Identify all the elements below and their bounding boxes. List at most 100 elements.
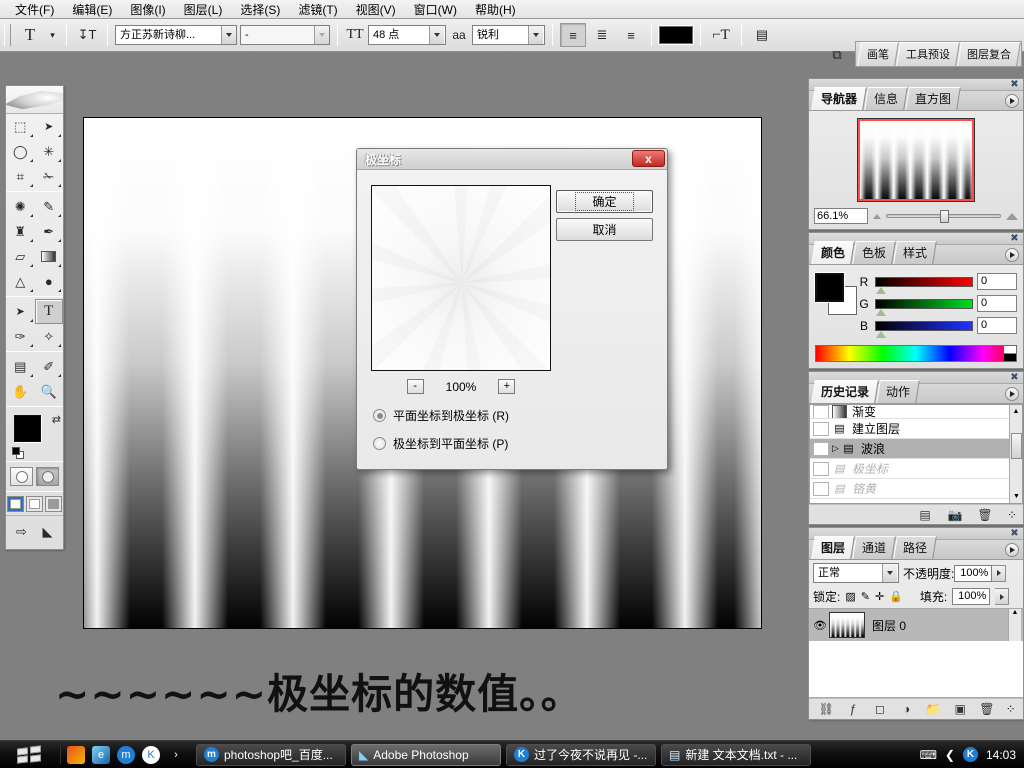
tool-lasso-icon[interactable]: ◯ bbox=[6, 139, 35, 164]
full-screen-menubar-icon[interactable] bbox=[26, 496, 43, 512]
taskbar-button-photoshop[interactable]: ◣ Adobe Photoshop bbox=[351, 744, 501, 766]
current-tool-icon[interactable]: T bbox=[17, 23, 43, 47]
new-group-icon[interactable]: 📁 bbox=[925, 702, 941, 716]
slider-thumb[interactable] bbox=[940, 210, 949, 223]
standard-screen-mode-icon[interactable] bbox=[7, 496, 24, 512]
kugou-tray-icon[interactable]: K bbox=[963, 747, 978, 762]
text-orientation-icon[interactable]: ↧T bbox=[74, 23, 100, 47]
opacity-slider-arrow-icon[interactable] bbox=[992, 565, 1006, 582]
list-item[interactable]: ▤ 极坐标 bbox=[810, 459, 1022, 479]
history-snapshot-checkbox[interactable] bbox=[813, 442, 829, 456]
palette-tab-tool-presets[interactable]: 工具预设 bbox=[896, 42, 960, 66]
b-value[interactable]: 0 bbox=[977, 317, 1017, 334]
new-layer-icon[interactable]: ▣ bbox=[952, 702, 968, 716]
panel-menu-icon[interactable] bbox=[1005, 543, 1019, 557]
lock-all-icon[interactable]: 🔒 bbox=[889, 590, 903, 603]
font-family-select[interactable]: 方正苏新诗柳... bbox=[115, 25, 237, 45]
kugou-icon[interactable]: K bbox=[142, 746, 160, 764]
tool-history-brush-icon[interactable]: ✒ bbox=[35, 219, 64, 244]
anti-alias-select[interactable]: 锐利 bbox=[472, 25, 545, 45]
history-scrollbar[interactable]: ▲ ▼ bbox=[1009, 405, 1022, 503]
tool-blur-icon[interactable]: △ bbox=[6, 269, 35, 294]
radio-polar-to-rect[interactable]: 极坐标到平面坐标 (P) bbox=[373, 435, 508, 452]
tab-styles[interactable]: 样式 bbox=[893, 241, 937, 264]
tab-navigator[interactable]: 导航器 bbox=[811, 87, 867, 110]
tool-brush-icon[interactable]: ✎ bbox=[35, 194, 64, 219]
fill-slider-arrow-icon[interactable] bbox=[995, 588, 1009, 605]
tab-swatches[interactable]: 色板 bbox=[852, 241, 896, 264]
link-icon[interactable]: ⛓ bbox=[818, 702, 834, 716]
tool-rectangular-marquee-icon[interactable]: ⬚ bbox=[6, 114, 35, 139]
history-snapshot-checkbox[interactable] bbox=[813, 462, 829, 476]
start-button[interactable] bbox=[0, 742, 60, 768]
tool-move-icon[interactable]: ➤ bbox=[35, 114, 64, 139]
history-list[interactable]: 渐变 ▤ 建立图层 ▷ ▤ 波浪 ▤ 极坐标 bbox=[809, 404, 1023, 504]
resize-grip[interactable]: ⁘ bbox=[1006, 702, 1014, 716]
zoom-in-button[interactable]: + bbox=[498, 379, 515, 394]
taskbar-button-notepad[interactable]: ▤ 新建 文本文档.txt - ... bbox=[661, 744, 811, 766]
tool-type-icon[interactable]: T bbox=[35, 299, 64, 324]
layer-style-icon[interactable]: ƒ bbox=[845, 702, 861, 716]
zoom-out-mountain-icon[interactable] bbox=[873, 214, 881, 219]
menu-item-window[interactable]: 窗口(W) bbox=[405, 0, 466, 20]
palette-tab-brushes[interactable]: 画笔 bbox=[857, 42, 899, 66]
b-slider[interactable] bbox=[875, 321, 973, 331]
ok-button[interactable]: 确定 bbox=[556, 190, 653, 213]
history-snapshot-checkbox[interactable] bbox=[813, 482, 829, 496]
character-palette-icon[interactable]: ▤ bbox=[749, 23, 775, 47]
tool-pen-icon[interactable]: ✑ bbox=[6, 324, 35, 349]
tab-layers[interactable]: 图层 bbox=[811, 536, 855, 559]
foreground-color-swatch[interactable] bbox=[815, 273, 844, 302]
list-item[interactable]: ▤ 铬黄 bbox=[810, 479, 1022, 499]
swap-colors-icon[interactable]: ⇄ bbox=[52, 413, 61, 426]
close-icon[interactable]: ✖ bbox=[1009, 234, 1020, 244]
fill-input[interactable]: 100% bbox=[952, 588, 990, 605]
default-colors-icon[interactable] bbox=[12, 447, 24, 459]
tool-custom-shape-icon[interactable]: ✧ bbox=[35, 324, 64, 349]
layer-mask-icon[interactable]: ◻ bbox=[872, 702, 888, 716]
navigator-view-box[interactable] bbox=[858, 119, 974, 201]
r-slider[interactable] bbox=[875, 277, 973, 287]
tab-color[interactable]: 颜色 bbox=[811, 241, 855, 264]
tool-notes-icon[interactable]: ▤ bbox=[6, 354, 35, 379]
panel-menu-icon[interactable] bbox=[1005, 248, 1019, 262]
tool-zoom-icon[interactable]: 🔍 bbox=[35, 379, 64, 404]
close-icon[interactable]: ✖ bbox=[1009, 373, 1020, 383]
tool-eyedropper-icon[interactable]: ✐ bbox=[35, 354, 64, 379]
layer-visibility-eye-icon[interactable]: 👁 bbox=[811, 619, 829, 632]
more-icon[interactable]: › bbox=[167, 746, 185, 764]
close-icon[interactable]: x bbox=[632, 150, 665, 167]
table-row[interactable]: 👁 图层 0 ▲ bbox=[809, 609, 1023, 641]
jump-to-imageready-icon[interactable]: ⇨ bbox=[11, 519, 33, 544]
tool-healing-brush-icon[interactable]: ✺ bbox=[6, 194, 35, 219]
navigator-thumbnail[interactable] bbox=[857, 118, 975, 202]
text-color-swatch[interactable] bbox=[659, 26, 693, 44]
blend-mode-select[interactable]: 正常 bbox=[813, 563, 899, 583]
toolbox-header[interactable] bbox=[6, 86, 63, 114]
menu-item-edit[interactable]: 编辑(E) bbox=[63, 0, 121, 20]
slider-thumb[interactable] bbox=[876, 331, 886, 338]
warp-text-icon[interactable]: ⌐Ƭ bbox=[708, 23, 734, 47]
slider-thumb[interactable] bbox=[876, 309, 886, 316]
list-item[interactable]: 渐变 bbox=[810, 405, 1022, 419]
options-bar-grip[interactable] bbox=[4, 24, 11, 46]
menu-item-help[interactable]: 帮助(H) bbox=[466, 0, 525, 20]
menu-item-layer[interactable]: 图层(L) bbox=[175, 0, 232, 20]
tool-magic-wand-icon[interactable]: ✳ bbox=[35, 139, 64, 164]
taskbar-button-music[interactable]: K 过了今夜不说再见 -... bbox=[506, 744, 656, 766]
lock-pixels-icon[interactable]: ✎ bbox=[861, 590, 870, 603]
menu-item-view[interactable]: 视图(V) bbox=[347, 0, 405, 20]
full-screen-mode-icon[interactable] bbox=[45, 496, 62, 512]
tool-gradient-icon[interactable] bbox=[35, 244, 64, 269]
scroll-down-icon[interactable]: ▼ bbox=[1010, 490, 1023, 503]
navigator-zoom-input[interactable]: 66.1% bbox=[814, 208, 868, 224]
tool-hand-icon[interactable]: ✋ bbox=[6, 379, 35, 404]
lock-position-icon[interactable]: ✛ bbox=[875, 590, 884, 603]
navigator-zoom-slider[interactable] bbox=[886, 209, 1001, 223]
palette-tab-layer-comps[interactable]: 图层复合 bbox=[957, 42, 1021, 66]
tool-dodge-icon[interactable]: ● bbox=[35, 269, 64, 294]
keyboard-icon[interactable]: ⌨ bbox=[920, 748, 937, 762]
tool-path-selection-icon[interactable]: ➤ bbox=[6, 299, 35, 324]
tab-history[interactable]: 历史记录 bbox=[811, 380, 879, 403]
list-item[interactable]: ▤ 建立图层 bbox=[810, 419, 1022, 439]
